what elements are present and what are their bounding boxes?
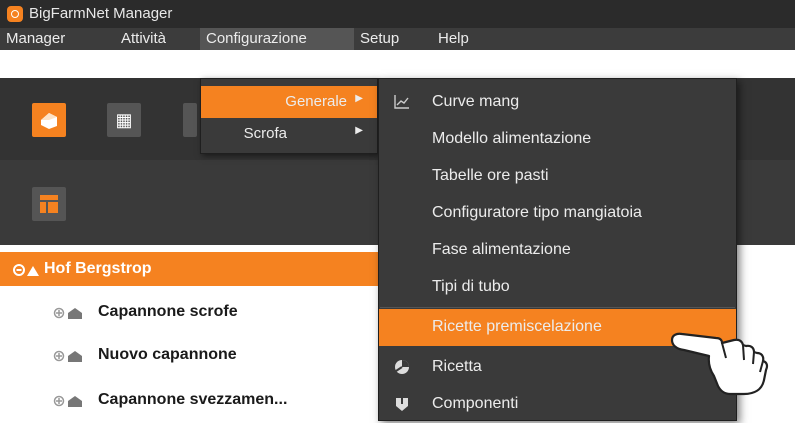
menu-item-label: Ricette premiscelazione — [432, 318, 602, 335]
menu-manager[interactable]: Manager — [0, 28, 71, 50]
pointing-hand-icon — [670, 332, 769, 396]
menu-item-scrofa[interactable]: Scrofa ▶ — [201, 118, 377, 150]
submenu-arrow-icon: ▶ — [355, 93, 363, 104]
menu-item-curve-mang[interactable]: Curve mang — [379, 84, 736, 121]
tree-node-label[interactable]: Capannone svezzamen... — [98, 391, 287, 409]
collapse-house-icon[interactable] — [13, 263, 41, 277]
menu-item-label: Generale — [285, 93, 347, 110]
expand-building-icon[interactable] — [53, 348, 89, 364]
menu-separator — [380, 307, 735, 308]
menu-item-label: Modello alimentazione — [432, 130, 592, 147]
menu-item-modello-alimentazione[interactable]: Modello alimentazione — [379, 121, 736, 158]
tree-root-label: Hof Bergstrop — [44, 260, 152, 277]
farm-icon — [41, 113, 57, 129]
table-icon: ▦ — [115, 110, 133, 130]
menu-item-label: Componenti — [432, 395, 519, 412]
menu-item-label: Fase alimentazione — [432, 241, 571, 258]
recipe-icon — [395, 360, 409, 374]
menu-item-label: Ricetta — [432, 358, 482, 375]
layout-button[interactable] — [32, 187, 66, 221]
menu-item-label: Tabelle ore pasti — [432, 167, 549, 184]
toolbar-button-partial[interactable] — [183, 103, 197, 137]
farm-view-button[interactable] — [32, 103, 66, 137]
submenu-arrow-icon: ▶ — [355, 125, 363, 136]
menu-setup[interactable]: Setup — [354, 28, 405, 50]
tree-node-label[interactable]: Nuovo capannone — [98, 346, 237, 364]
menu-configurazione[interactable]: Configurazione — [200, 28, 354, 50]
chart-icon — [394, 95, 409, 109]
menu-item-configuratore-tipo-mangiatoia[interactable]: Configuratore tipo mangiatoia — [379, 195, 736, 232]
menu-attivita[interactable]: Attività — [115, 28, 172, 50]
expand-building-icon[interactable] — [53, 393, 89, 409]
menu-item-label: Scrofa — [243, 125, 287, 142]
menu-item-label: Tipi di tubo — [432, 278, 510, 295]
menu-item-tabelle-ore-pasti[interactable]: Tabelle ore pasti — [379, 158, 736, 195]
menu-item-fase-alimentazione[interactable]: Fase alimentazione — [379, 232, 736, 269]
menu-item-generale[interactable]: Generale ▶ — [201, 86, 377, 118]
table-view-button[interactable]: ▦ — [107, 103, 141, 137]
menu-item-label: Curve mang — [432, 93, 520, 110]
menu-help[interactable]: Help — [432, 28, 475, 50]
menu-item-tipi-di-tubo[interactable]: Tipi di tubo — [379, 269, 736, 306]
expand-building-icon[interactable] — [53, 305, 89, 321]
tree-node-label[interactable]: Capannone scrofe — [98, 303, 238, 321]
menu-item-label: Configuratore tipo mangiatoia — [432, 204, 642, 221]
window-title: BigFarmNet Manager — [29, 5, 173, 22]
app-logo-icon — [7, 6, 23, 22]
components-icon — [396, 398, 408, 411]
